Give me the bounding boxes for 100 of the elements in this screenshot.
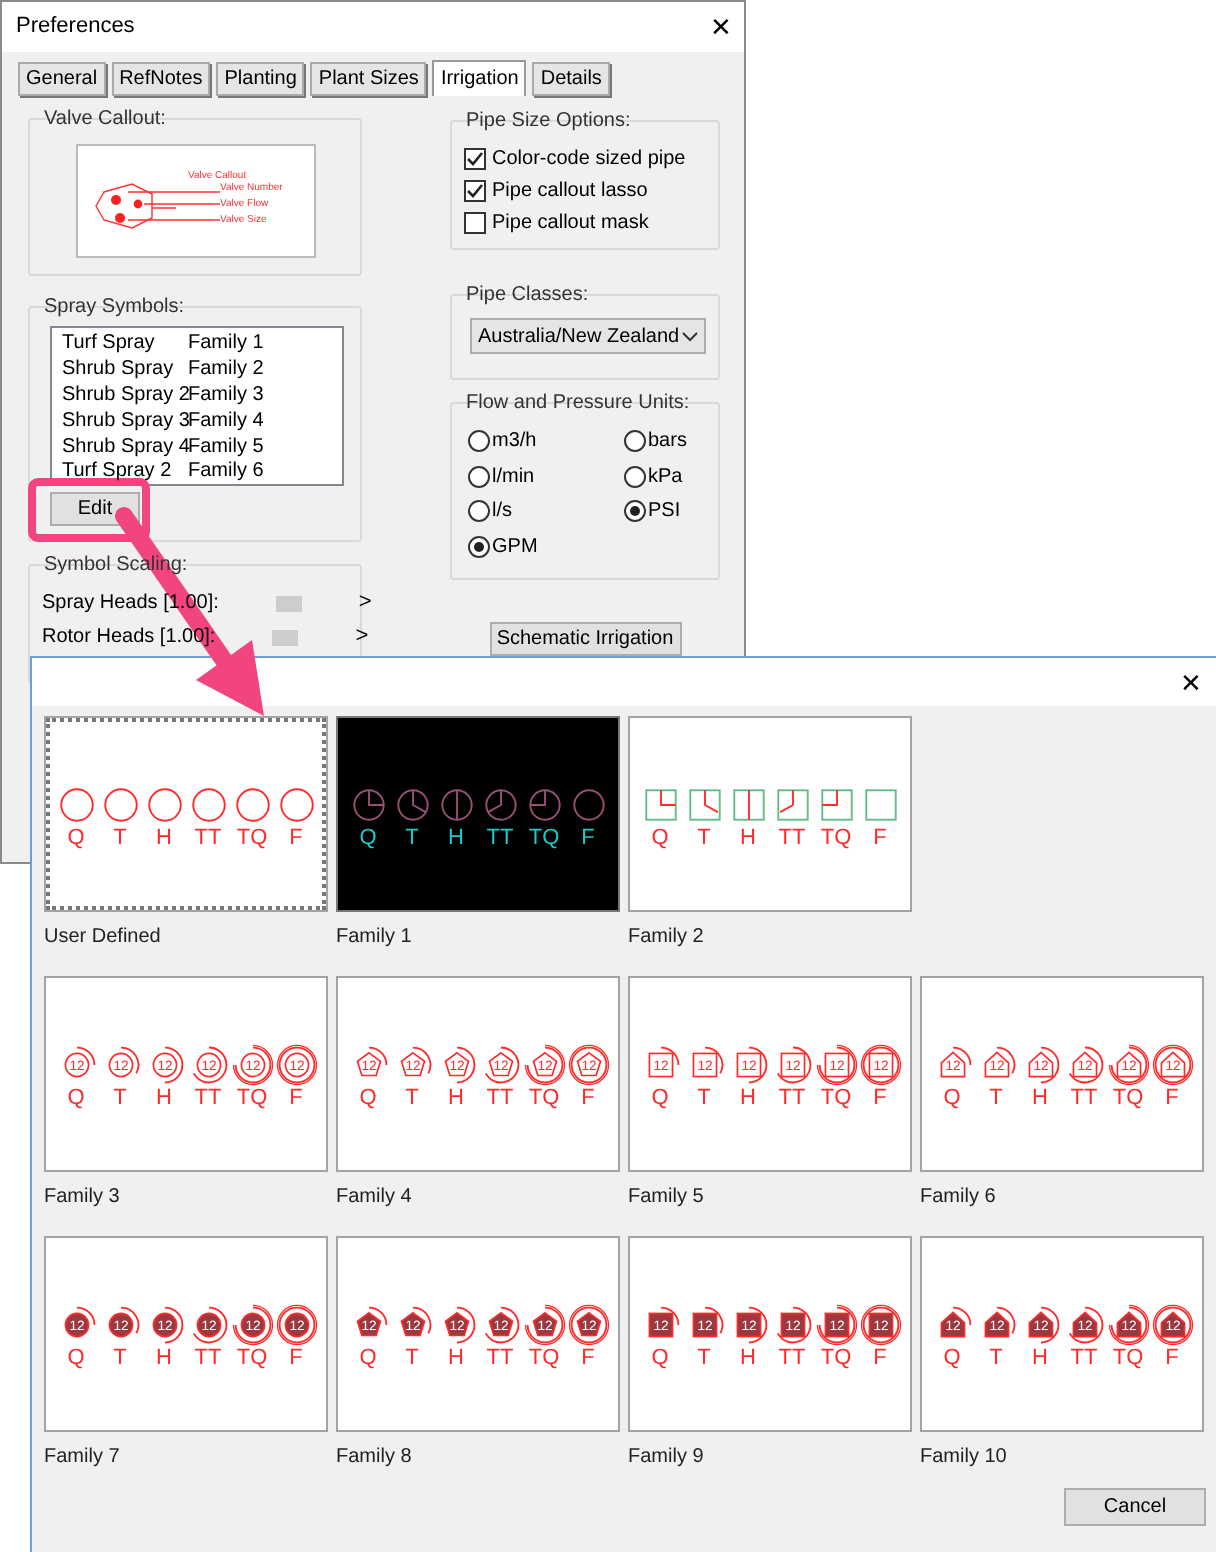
- symbol-letter: TT: [778, 1087, 806, 1109]
- list-cell-text: Turf Spray: [62, 334, 157, 355]
- tab[interactable]: General: [18, 62, 106, 96]
- radio-label: PSI: [648, 498, 681, 527]
- checkbox[interactable]: [464, 211, 486, 233]
- symbol-family-tile[interactable]: Q T H TT TQ F: [44, 716, 328, 912]
- symbol-letter: TT: [194, 1347, 222, 1369]
- radio-label: kPa: [648, 463, 683, 492]
- tab[interactable]: Irrigation: [432, 60, 527, 96]
- group-title: Flow and Pressure Units:: [464, 390, 692, 418]
- tile-label: Family 9: [628, 1444, 704, 1472]
- symbol-letter: H: [448, 1087, 464, 1109]
- spray-symbol-icon: [275, 783, 317, 825]
- checkbox-label: Pipe callout mask: [492, 209, 649, 237]
- symbol-letter: Q: [359, 827, 377, 849]
- symbol-letter: F: [1165, 1087, 1179, 1109]
- symbol-letter: F: [289, 827, 303, 849]
- group-title: Pipe Size Options:: [464, 108, 633, 136]
- tile-label: Family 7: [44, 1444, 120, 1472]
- symbol-letter: T: [989, 1347, 1003, 1369]
- tab[interactable]: Plant Sizes: [310, 62, 427, 96]
- symbol-letter: TQ: [236, 1087, 268, 1109]
- tile-label: Family 3: [44, 1184, 120, 1212]
- symbol-family-tile[interactable]: Q T H TT TQ F: [336, 716, 620, 912]
- list-cell: Shrub Spray 4: [62, 437, 188, 458]
- schematic-irrigation-button[interactable]: Schematic Irrigation: [489, 622, 681, 656]
- symbol-letter: TT: [486, 827, 514, 849]
- spray-symbol-icon: [479, 783, 521, 825]
- close-icon[interactable]: ✕: [1180, 669, 1202, 695]
- tile-label: User Defined: [44, 924, 161, 952]
- spray-symbol-icon: [639, 783, 681, 825]
- spray-symbol-list[interactable]: Turf Spray Family 1 Shrub Spray Family 2 Shrub Spray 2Family 3 Shrub Spray 3Family 4 Shrub Spray 4Family 5 Turf Spray 2 Family 6: [50, 326, 344, 486]
- symbol-letter: TQ: [528, 1087, 560, 1109]
- spray-symbol-icon: [727, 783, 769, 825]
- close-icon[interactable]: ✕: [710, 14, 732, 40]
- scroll-arrow[interactable]: >: [355, 620, 369, 654]
- radio-button[interactable]: [468, 535, 490, 558]
- symbol-letter: Q: [67, 1347, 85, 1369]
- symbol-letter: Q: [943, 1087, 961, 1109]
- symbol-letter: TT: [194, 827, 222, 849]
- tab[interactable]: Details: [532, 62, 610, 96]
- tile-label: Family 5: [628, 1184, 704, 1212]
- checkbox[interactable]: [464, 147, 486, 169]
- group-title: Spray Symbols:: [42, 294, 187, 322]
- symbol-letter: Q: [651, 1347, 669, 1369]
- tab[interactable]: Planting: [216, 62, 305, 96]
- symbol-letter: TQ: [1112, 1347, 1144, 1369]
- symbol-letter: T: [989, 1087, 1003, 1109]
- symbol-letter: F: [1165, 1347, 1179, 1369]
- dropdown-value: Australia/New Zealand: [478, 323, 680, 351]
- radio-button[interactable]: [468, 465, 490, 488]
- tile-label: Family 2: [628, 924, 704, 952]
- symbol-letter: Q: [943, 1347, 961, 1369]
- symbol-letter: F: [873, 1087, 887, 1109]
- list-cell: Shrub Spray 3: [62, 411, 188, 432]
- cancel-button[interactable]: Cancel: [1064, 1488, 1206, 1526]
- symbol-letter: T: [405, 827, 419, 849]
- symbol-letter: F: [873, 1347, 887, 1369]
- window-title: Preferences: [16, 12, 135, 43]
- symbol-letter: F: [873, 827, 887, 849]
- symbol-family-tile[interactable]: Q T H TT TQ F: [628, 716, 912, 912]
- symbol-letter: T: [405, 1347, 419, 1369]
- spray-symbol-icon: [815, 783, 857, 825]
- list-cell: Family 6: [188, 462, 264, 483]
- slider-thumb[interactable]: [275, 595, 302, 611]
- radio-button[interactable]: [468, 500, 490, 523]
- symbol-letter: H: [448, 827, 464, 849]
- slider-thumb[interactable]: [272, 629, 299, 645]
- symbol-letter: T: [697, 1347, 711, 1369]
- symbol-letter: TT: [486, 1347, 514, 1369]
- symbol-letter: TT: [1070, 1087, 1098, 1109]
- symbol-letter: H: [448, 1347, 464, 1369]
- chevron-down-icon: [682, 331, 698, 341]
- symbol-letter: T: [113, 827, 127, 849]
- symbol-letter: TQ: [528, 1347, 560, 1369]
- radio-button[interactable]: [624, 430, 646, 453]
- symbol-letter: TQ: [528, 827, 560, 849]
- radio-label: l/min: [492, 463, 535, 492]
- pipe-class-dropdown[interactable]: Australia/New Zealand: [470, 318, 706, 354]
- spray-symbol-icon: [99, 783, 141, 825]
- symbol-letter: Q: [359, 1087, 377, 1109]
- tile-label: Family 6: [920, 1184, 996, 1212]
- symbol-letter: TT: [778, 1347, 806, 1369]
- radio-button[interactable]: [624, 465, 646, 488]
- symbol-letter: F: [289, 1087, 303, 1109]
- radio-button[interactable]: [624, 500, 646, 523]
- symbol-letter: TQ: [820, 1347, 852, 1369]
- symbol-letter: Q: [359, 1347, 377, 1369]
- tab[interactable]: RefNotes: [111, 62, 211, 96]
- radio-button[interactable]: [468, 430, 490, 453]
- symbol-letter: TQ: [236, 1347, 268, 1369]
- radio-label: l/s: [492, 498, 512, 527]
- symbol-letter: F: [289, 1347, 303, 1369]
- symbol-letter: Q: [651, 1087, 669, 1109]
- valve-callout-drawing: [94, 183, 220, 229]
- checkbox[interactable]: [464, 179, 486, 201]
- list-cell: Family 4: [188, 411, 264, 432]
- spray-symbol-icon: [231, 783, 273, 825]
- symbol-letter: H: [156, 827, 172, 849]
- scroll-arrow[interactable]: >: [358, 586, 372, 620]
